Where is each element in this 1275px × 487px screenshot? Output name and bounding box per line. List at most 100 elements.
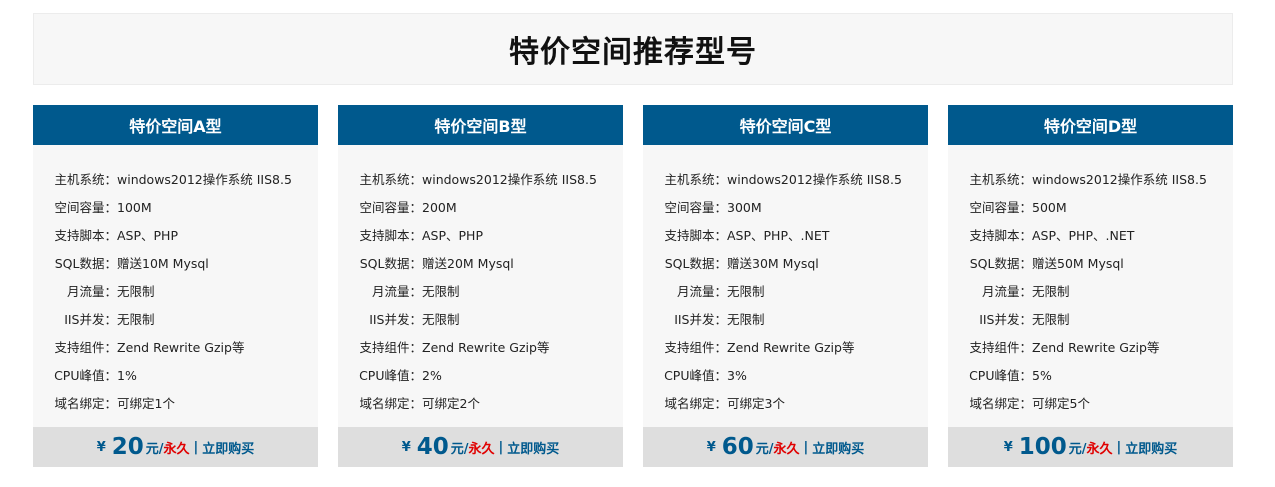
spec-sql: SQL数据：赠送50M Mysql <box>948 250 1233 278</box>
buy-now-link[interactable]: 立即购买 <box>812 438 864 457</box>
spec-space: 空间容量：500M <box>948 194 1233 222</box>
spec-label: 月流量： <box>981 284 1032 299</box>
price-bar: ¥ 40 元/ 永久 | 立即购买 <box>338 427 623 467</box>
spec-value: 可绑定1个 <box>117 396 175 411</box>
spec-value: 无限制 <box>422 284 460 299</box>
spec-label: IIS并发： <box>979 312 1032 327</box>
price-unit: 元/ <box>145 441 164 457</box>
spec-space: 空间容量：200M <box>338 194 623 222</box>
buy-now-link[interactable]: 立即购买 <box>1125 438 1177 457</box>
forever-label: 永久 <box>163 441 190 457</box>
spec-label: IIS并发： <box>369 312 422 327</box>
spec-label: CPU峰值： <box>664 368 727 383</box>
spec-value: ASP、PHP <box>117 228 178 243</box>
spec-value: windows2012操作系统 IIS8.5 <box>1032 172 1207 187</box>
spec-iis: IIS并发：无限制 <box>33 306 318 334</box>
section-title: 特价空间推荐型号 <box>509 35 757 70</box>
spec-value: 3% <box>727 368 747 383</box>
spec-cpu: CPU峰值：3% <box>643 362 928 390</box>
spec-value: 无限制 <box>727 312 765 327</box>
spec-label: 主机系统： <box>969 172 1032 187</box>
separator: | <box>498 439 504 455</box>
section-banner: 特价空间推荐型号 <box>33 13 1233 85</box>
currency-symbol: ¥ <box>96 439 106 455</box>
spec-label: 支持脚本： <box>969 228 1032 243</box>
spec-label: 支持脚本： <box>664 228 727 243</box>
spec-value: 可绑定5个 <box>1032 396 1090 411</box>
spec-value: 赠送20M Mysql <box>422 256 514 271</box>
spec-value: Zend Rewrite Gzip等 <box>117 340 245 355</box>
buy-now-link[interactable]: 立即购买 <box>202 438 254 457</box>
price-bar: ¥ 100 元/ 永久 | 立即购买 <box>948 427 1233 467</box>
spec-sql: SQL数据：赠送10M Mysql <box>33 250 318 278</box>
price-bar: ¥ 60 元/ 永久 | 立即购买 <box>643 427 928 467</box>
spec-label: CPU峰值： <box>969 368 1032 383</box>
spec-label: 主机系统： <box>359 172 422 187</box>
spec-domain: 域名绑定：可绑定3个 <box>643 390 928 418</box>
buy-now-link[interactable]: 立即购买 <box>507 438 559 457</box>
spec-cpu: CPU峰值：1% <box>33 362 318 390</box>
spec-script: 支持脚本：ASP、PHP <box>338 222 623 250</box>
spec-label: 域名绑定： <box>664 396 727 411</box>
spec-label: 域名绑定： <box>54 396 117 411</box>
spec-value: 2% <box>422 368 442 383</box>
currency-symbol: ¥ <box>401 439 411 455</box>
spec-label: 支持脚本： <box>359 228 422 243</box>
spec-label: 空间容量： <box>359 200 422 215</box>
spec-traffic: 月流量：无限制 <box>338 278 623 306</box>
spec-label: IIS并发： <box>64 312 117 327</box>
plan-card-c: 特价空间C型 主机系统：windows2012操作系统 IIS8.5 空间容量：… <box>643 105 928 467</box>
spec-list: 主机系统：windows2012操作系统 IIS8.5 空间容量：500M 支持… <box>948 145 1233 427</box>
spec-label: SQL数据： <box>359 256 422 271</box>
spec-value: 500M <box>1032 200 1067 215</box>
spec-value: ASP、PHP <box>422 228 483 243</box>
spec-space: 空间容量：300M <box>643 194 928 222</box>
spec-cpu: CPU峰值：5% <box>948 362 1233 390</box>
spec-label: 空间容量： <box>969 200 1032 215</box>
spec-label: SQL数据： <box>969 256 1032 271</box>
spec-label: 支持组件： <box>664 340 727 355</box>
spec-label: 支持脚本： <box>54 228 117 243</box>
spec-components: 支持组件：Zend Rewrite Gzip等 <box>643 334 928 362</box>
spec-value: 赠送30M Mysql <box>727 256 819 271</box>
spec-label: 域名绑定： <box>359 396 422 411</box>
plan-card-b: 特价空间B型 主机系统：windows2012操作系统 IIS8.5 空间容量：… <box>338 105 623 467</box>
spec-value: 无限制 <box>727 284 765 299</box>
price-amount: 100 <box>1018 434 1067 460</box>
spec-label: 支持组件： <box>969 340 1032 355</box>
spec-value: 无限制 <box>117 312 155 327</box>
spec-script: 支持脚本：ASP、PHP、.NET <box>948 222 1233 250</box>
spec-label: IIS并发： <box>674 312 727 327</box>
spec-space: 空间容量：100M <box>33 194 318 222</box>
plan-card-a: 特价空间A型 主机系统：windows2012操作系统 IIS8.5 空间容量：… <box>33 105 318 467</box>
plan-title: 特价空间D型 <box>948 105 1233 145</box>
spec-label: 空间容量： <box>54 200 117 215</box>
spec-value: 赠送10M Mysql <box>117 256 209 271</box>
price-amount: 40 <box>416 434 449 460</box>
spec-label: 主机系统： <box>664 172 727 187</box>
price-unit: 元/ <box>755 441 774 457</box>
spec-domain: 域名绑定：可绑定1个 <box>33 390 318 418</box>
spec-domain: 域名绑定：可绑定5个 <box>948 390 1233 418</box>
spec-traffic: 月流量：无限制 <box>948 278 1233 306</box>
spec-os: 主机系统：windows2012操作系统 IIS8.5 <box>33 166 318 194</box>
spec-value: windows2012操作系统 IIS8.5 <box>117 172 292 187</box>
spec-label: 域名绑定： <box>969 396 1032 411</box>
spec-value: 可绑定3个 <box>727 396 785 411</box>
spec-value: Zend Rewrite Gzip等 <box>422 340 550 355</box>
spec-value: 无限制 <box>1032 312 1070 327</box>
spec-iis: IIS并发：无限制 <box>948 306 1233 334</box>
spec-iis: IIS并发：无限制 <box>643 306 928 334</box>
spec-script: 支持脚本：ASP、PHP、.NET <box>643 222 928 250</box>
spec-value: ASP、PHP、.NET <box>727 228 830 243</box>
price-unit: 元/ <box>1068 441 1087 457</box>
spec-value: 无限制 <box>1032 284 1070 299</box>
spec-value: Zend Rewrite Gzip等 <box>727 340 855 355</box>
spec-label: 支持组件： <box>54 340 117 355</box>
spec-label: 主机系统： <box>54 172 117 187</box>
spec-components: 支持组件：Zend Rewrite Gzip等 <box>948 334 1233 362</box>
plan-title: 特价空间C型 <box>643 105 928 145</box>
forever-label: 永久 <box>773 441 800 457</box>
spec-value: windows2012操作系统 IIS8.5 <box>727 172 902 187</box>
plan-title: 特价空间A型 <box>33 105 318 145</box>
